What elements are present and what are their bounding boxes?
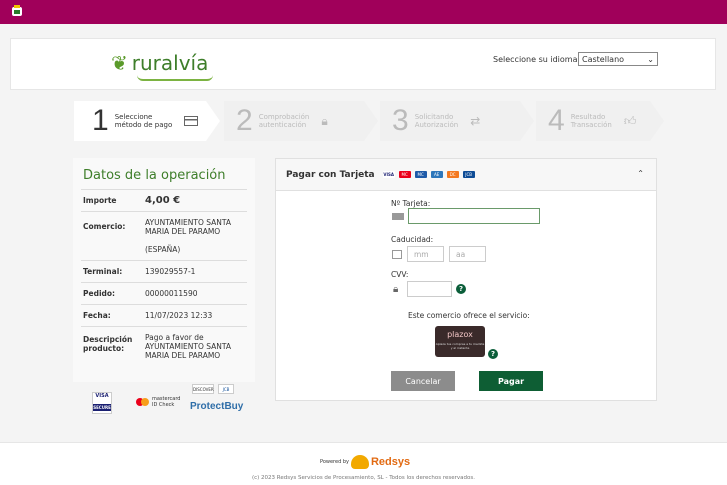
expiry-month-input[interactable]: mm [407, 246, 444, 262]
cvv-help-icon[interactable]: ? [456, 284, 466, 294]
row-comercio: Comercio: AYUNTAMIENTO SANTA MARIA DEL P… [81, 212, 247, 261]
powered-by-redsys: Powered by Redsys [320, 455, 410, 469]
step-arrow [650, 101, 664, 141]
thumbs-up-icon: 👍︎ [623, 113, 637, 128]
expiry-label: Caducidad: [391, 235, 434, 244]
mastercard-brand-icon: MC [398, 171, 411, 178]
plazox-name: plazox [447, 330, 473, 339]
mastercard-badge: mastercard ID Check [136, 396, 180, 408]
step-number: 2 [236, 104, 253, 137]
step-text: Solicitando Autorización [414, 113, 459, 129]
card-icon [184, 116, 199, 126]
card-number-input[interactable] [408, 208, 540, 224]
step-number: 1 [92, 104, 109, 137]
discover-badge: DISCOVER [192, 384, 214, 394]
redsys-logo-icon [350, 455, 369, 469]
top-bar [0, 0, 727, 24]
payment-header[interactable]: Pagar con Tarjeta VISA MC MC AE DC JCB ⌃ [276, 159, 656, 191]
progress-steps: 1 Seleccione método de pago 2 Comprobació… [74, 101, 664, 141]
row-importe: Importe 4,00 € [81, 190, 247, 212]
step-text: Resultado Transacción [570, 113, 612, 129]
badge-text: mastercard ID Check [152, 396, 181, 408]
row-label: Descripción producto: [83, 335, 133, 353]
row-value: 4,00 € [145, 195, 181, 206]
plazox-help-icon[interactable]: ? [488, 349, 498, 359]
lock-icon: 🔒︎ [393, 284, 399, 295]
plazox-service-button[interactable]: plazox Aplaza tus compras a tu medida y … [435, 326, 485, 357]
transfer-icon: ⇄ [470, 114, 481, 128]
amex-brand-icon: AE [430, 171, 443, 178]
step-arrow [364, 101, 378, 141]
step-arrow [206, 101, 220, 141]
step-number: 3 [392, 104, 409, 137]
step-3: 3 Solicitando Autorización ⇄ [380, 101, 520, 141]
collapse-icon[interactable]: ⌃ [637, 169, 644, 178]
payment-panel: Pagar con Tarjeta VISA MC MC AE DC JCB ⌃… [275, 158, 657, 401]
step-1: 1 Seleccione método de pago [74, 101, 206, 141]
expiry-year-input[interactable]: aa [449, 246, 486, 262]
operation-title: Datos de la operación [81, 158, 247, 190]
logo-text: ruralvía [131, 51, 209, 75]
copyright-text: (c) 2023 Redsys Servicios de Procesamien… [251, 475, 476, 481]
logo-swoosh [137, 75, 213, 81]
step-text: Seleccione método de pago [114, 113, 173, 129]
leaf-icon: ❦ [111, 51, 128, 75]
security-badges: VISA SECURE mastercard ID Check DISCOVER … [92, 384, 252, 424]
step-4: 4 Resultado Transacción 👍︎ [536, 101, 650, 141]
maestro-brand-icon: MC [414, 171, 427, 178]
step-arrow [520, 101, 534, 141]
language-select[interactable]: Castellano ⌄ [578, 52, 658, 66]
row-value: 11/07/2023 12:33 [145, 311, 213, 320]
page-footer: Powered by Redsys (c) 2023 Redsys Servic… [0, 442, 727, 485]
row-label: Comercio: [83, 222, 126, 231]
card-number-label: Nº Tarjeta: [391, 199, 431, 208]
row-value: 139029557-1 [145, 267, 196, 276]
row-descripcion: Descripción producto: Pago a favor de AY… [81, 327, 247, 366]
step-number: 4 [548, 104, 565, 137]
diners-brand-icon: DC [446, 171, 459, 178]
card-icon [392, 213, 404, 220]
chevron-down-icon: ⌄ [647, 54, 654, 64]
pay-button[interactable]: Pagar [479, 371, 543, 391]
lock-icon: 🔒︎ [321, 113, 328, 128]
step-2: 2 Comprobación autenticación 🔒︎ [224, 101, 364, 141]
jcb-brand-icon: JCB [462, 171, 475, 178]
jcb-badge: JCB [218, 384, 234, 394]
cancel-button[interactable]: Cancelar [391, 371, 455, 391]
protectbuy-badge: ProtectBuy [190, 401, 244, 412]
row-terminal: Terminal: 139029557-1 [81, 261, 247, 283]
service-text: Este comercio ofrece el servicio: [408, 311, 530, 320]
row-value: AYUNTAMIENTO SANTA MARIA DEL PARAMO (ESPA… [145, 218, 232, 254]
powered-by-text: Powered by [320, 459, 349, 465]
row-fecha: Fecha: 11/07/2023 12:33 [81, 305, 247, 327]
visa-secure-badge: VISA SECURE [92, 392, 112, 414]
row-label: Pedido: [83, 289, 116, 298]
row-pedido: Pedido: 00000011590 [81, 283, 247, 305]
plazox-tagline: Aplaza tus compras a tu medida y al inst… [435, 342, 485, 350]
page-header: ❦ ruralvía Seleccione su idioma Castella… [10, 38, 716, 90]
payment-title: Pagar con Tarjeta [286, 169, 375, 180]
badge-text: VISA [95, 393, 109, 399]
row-value: Pago a favor de AYUNTAMIENTO SANTA MARIA… [145, 333, 232, 360]
redsys-brand: Redsys [370, 456, 411, 468]
crest-icon [12, 5, 22, 16]
row-label: Fecha: [83, 311, 111, 320]
row-value: 00000011590 [145, 289, 198, 298]
language-selected: Castellano [582, 54, 625, 64]
language-label: Seleccione su idioma [493, 55, 578, 64]
cvv-label: CVV: [391, 270, 409, 279]
row-label: Terminal: [83, 267, 123, 276]
badge-subtext: SECURE [93, 404, 111, 411]
mastercard-circle-icon [141, 398, 149, 406]
row-label: Importe [83, 196, 117, 205]
visa-brand-icon: VISA [382, 171, 395, 178]
cvv-input[interactable] [407, 281, 452, 297]
operation-panel: Datos de la operación Importe 4,00 € Com… [73, 158, 255, 382]
step-text: Comprobación autenticación [258, 113, 310, 129]
ruralvia-logo: ❦ ruralvía [111, 51, 213, 81]
calendar-icon [392, 250, 402, 259]
